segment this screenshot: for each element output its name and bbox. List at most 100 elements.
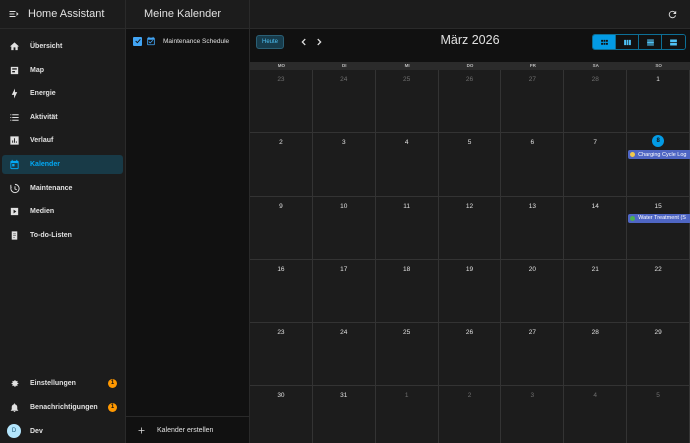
day-cell[interactable]: 15 Water Treatment (S xyxy=(627,196,690,260)
day-cell[interactable]: 3 xyxy=(501,386,565,443)
refresh-icon[interactable] xyxy=(667,9,678,20)
weekday-label: FR xyxy=(529,63,536,68)
day-cell[interactable]: 29 xyxy=(627,323,690,387)
month-grid: MO DI MI DO FR SA SO 23 24 25 26 27 28 1… xyxy=(250,62,690,443)
sidebar-item-user[interactable]: D Dev xyxy=(0,419,126,443)
avatar: D xyxy=(7,424,21,438)
sidebar-item-activity[interactable]: Aktivität xyxy=(2,108,123,127)
day-number: 14 xyxy=(591,202,599,210)
sidebar-item-maintenance[interactable]: Maintenance xyxy=(2,179,123,198)
calendar-toolbar: Heute März 2026 xyxy=(250,29,690,62)
view-agenda-icon xyxy=(670,39,677,45)
day-cell[interactable]: 14 xyxy=(564,196,628,260)
day-number: 23 xyxy=(277,329,285,337)
day-number: 2 xyxy=(467,392,472,400)
day-cell[interactable]: 27 xyxy=(501,70,565,134)
calendar-event[interactable]: Charging Cycle Log xyxy=(628,150,690,160)
menu-open-icon[interactable] xyxy=(8,8,20,20)
view-month-button[interactable] xyxy=(593,35,616,49)
day-cell[interactable]: 24 xyxy=(312,70,376,134)
day-cell[interactable]: 7 xyxy=(564,133,628,197)
sidebar-item-energy[interactable]: Energie xyxy=(2,84,123,103)
sidebar-item-label: Maintenance xyxy=(30,184,73,192)
day-cell[interactable]: 20 xyxy=(501,259,565,324)
day-cell[interactable]: 25 xyxy=(375,70,439,134)
day-cell[interactable]: 23 xyxy=(250,70,313,134)
create-calendar-button[interactable]: Kalender erstellen xyxy=(126,416,249,443)
day-number: 19 xyxy=(465,265,474,273)
day-cell[interactable]: 5 xyxy=(438,133,502,197)
day-cell[interactable]: 1 xyxy=(375,386,439,443)
day-number: 4 xyxy=(593,392,598,400)
view-day-button[interactable] xyxy=(639,35,662,49)
day-number: 25 xyxy=(403,76,411,83)
day-cell[interactable]: 17 xyxy=(312,259,376,324)
day-cell[interactable]: 28 xyxy=(564,70,628,134)
view-list-button[interactable] xyxy=(662,35,685,49)
day-number: 21 xyxy=(591,265,599,273)
day-cell[interactable]: 21 xyxy=(564,259,628,324)
sidebar-item-calendar[interactable]: Kalender xyxy=(2,154,123,174)
bell-icon xyxy=(9,402,20,413)
day-cell[interactable]: 10 xyxy=(312,196,376,260)
sidebar-item-notifications[interactable]: Benachrichtigungen 1 xyxy=(0,395,126,419)
day-cell[interactable]: 27 xyxy=(501,323,565,387)
clipboard-icon xyxy=(9,230,20,241)
weekday-label: DO xyxy=(466,63,474,68)
day-number: 26 xyxy=(465,329,474,337)
calendar-checkbox[interactable] xyxy=(133,36,142,46)
day-cell[interactable]: 4 xyxy=(564,386,628,443)
day-cell-today[interactable]: 8 Charging Cycle Log xyxy=(627,133,690,197)
day-cell[interactable]: 26 xyxy=(438,323,502,387)
calendar-item-maintenance[interactable]: Maintenance Schedule xyxy=(126,32,249,50)
day-cell[interactable]: 31 xyxy=(312,386,376,443)
day-number: 4 xyxy=(404,139,409,147)
day-cell[interactable]: 22 xyxy=(627,259,690,324)
day-cell[interactable]: 4 xyxy=(375,133,439,197)
day-number: 30 xyxy=(277,392,285,400)
weekday-header: MO DI MI DO FR SA SO xyxy=(250,62,690,70)
sidebar-item-label: Energie xyxy=(30,90,56,98)
day-number: 1 xyxy=(656,76,660,83)
week-row: 2 3 4 5 6 7 8 Charging Cycle Log xyxy=(250,133,690,197)
day-number: 22 xyxy=(654,265,662,273)
sidebar: Home Assistant Übersicht Map Energie Akt… xyxy=(0,0,126,443)
day-cell[interactable]: 2 xyxy=(250,133,313,197)
day-cell[interactable]: 12 xyxy=(438,196,502,260)
calendar-list-panel: Meine Kalender Maintenance Schedule Kale… xyxy=(126,0,250,443)
sidebar-item-history[interactable]: Verlauf xyxy=(2,131,123,150)
map-icon xyxy=(9,65,20,76)
grid-icon xyxy=(600,39,608,45)
sidebar-item-todo[interactable]: To-do-Listen xyxy=(2,226,123,245)
day-cell[interactable]: 23 xyxy=(250,323,313,387)
day-cell[interactable]: 18 xyxy=(375,259,439,324)
day-cell[interactable]: 5 xyxy=(627,386,690,443)
sidebar-item-settings[interactable]: Einstellungen 1 xyxy=(0,371,126,395)
day-cell[interactable]: 9 xyxy=(250,196,313,260)
day-cell[interactable]: 11 xyxy=(375,196,439,260)
day-number: 13 xyxy=(528,202,536,210)
calendar-event[interactable]: Water Treatment (S xyxy=(628,213,690,223)
day-number: 2 xyxy=(279,139,283,147)
day-cell[interactable]: 26 xyxy=(438,70,502,134)
day-cell[interactable]: 24 xyxy=(312,323,376,387)
dashboard-icon xyxy=(9,41,20,52)
view-week-button[interactable] xyxy=(616,35,639,49)
day-cell[interactable]: 1 xyxy=(627,70,690,134)
day-cell[interactable]: 16 xyxy=(250,259,313,324)
day-cell[interactable]: 25 xyxy=(375,323,439,387)
day-cell[interactable]: 2 xyxy=(438,386,502,443)
sidebar-item-media[interactable]: Medien xyxy=(2,202,123,221)
day-number: 7 xyxy=(593,139,598,147)
day-number: 10 xyxy=(340,202,348,210)
day-cell[interactable]: 19 xyxy=(438,259,502,324)
day-cell[interactable]: 30 xyxy=(250,386,313,443)
sidebar-item-map[interactable]: Map xyxy=(2,61,123,80)
day-cell[interactable]: 28 xyxy=(564,323,628,387)
day-cell[interactable]: 6 xyxy=(501,133,565,197)
week-row: 16 17 18 19 20 21 22 xyxy=(250,259,690,324)
week-row: 30 31 1 2 3 4 5 xyxy=(250,386,690,443)
day-cell[interactable]: 3 xyxy=(312,133,376,197)
sidebar-item-overview[interactable]: Übersicht xyxy=(2,37,123,56)
day-cell[interactable]: 13 xyxy=(501,196,565,260)
